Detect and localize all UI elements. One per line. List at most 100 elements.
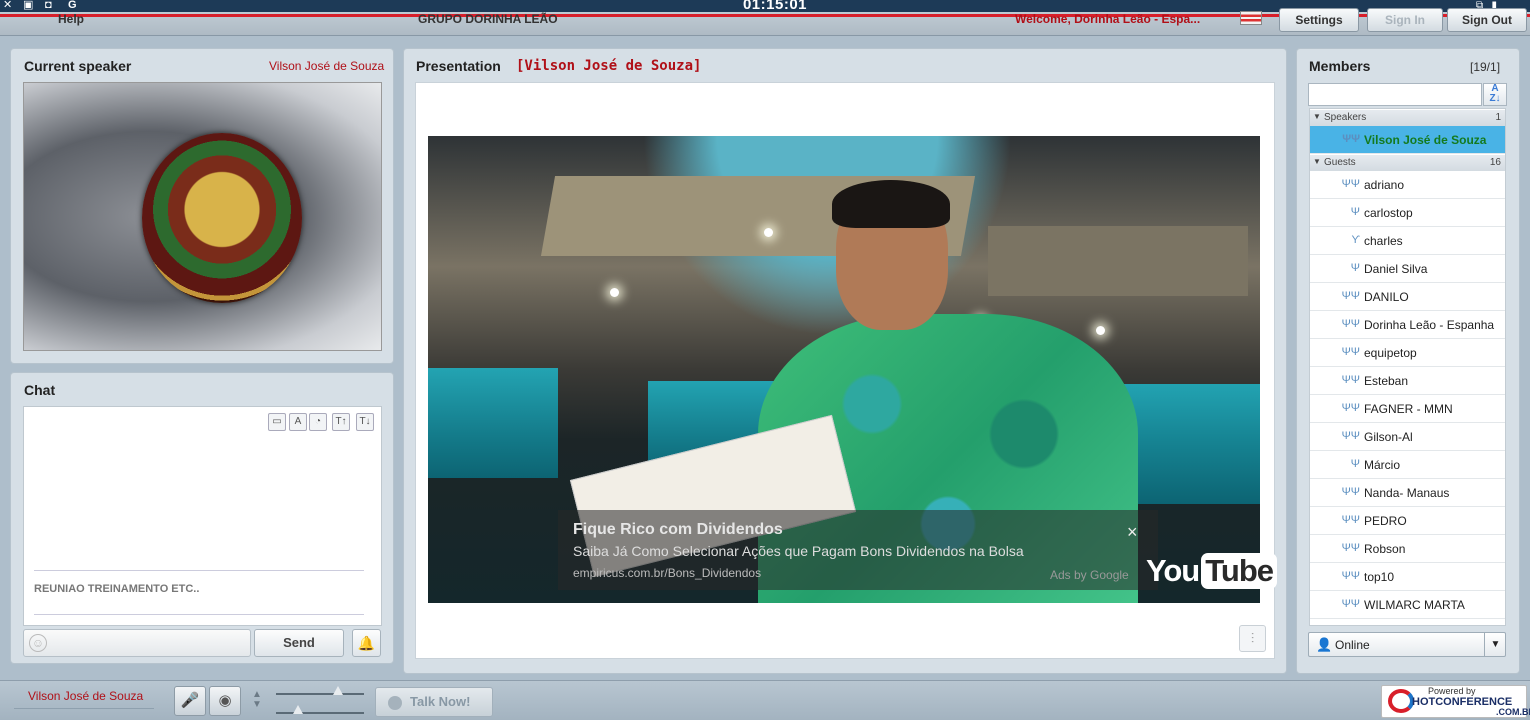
brand-domain: .COM.BR [1496, 707, 1530, 717]
member-name: DANILO [1364, 290, 1409, 304]
right-collapse-handle[interactable] [1288, 296, 1294, 352]
presentation-speaker: [Vilson José de Souza] [516, 58, 702, 74]
collapse-triangle-icon[interactable]: ▼ [1313, 112, 1321, 121]
current-speaker-title: Current speaker [24, 58, 132, 74]
left-collapse-handle[interactable] [396, 296, 402, 352]
mic-cam-icon: ΨΨ [1341, 402, 1360, 414]
text-color-icon[interactable]: A [289, 413, 307, 431]
microphone-button[interactable]: 🎤 [174, 686, 206, 716]
member-row[interactable]: ΨΨ Gilson-Al [1310, 423, 1505, 451]
mic-cam-icon: ΨΨ [1341, 290, 1360, 302]
ad-close-icon[interactable]: × [1127, 522, 1138, 543]
group-count: 16 [1489, 157, 1501, 168]
current-speaker-name: Vilson José de Souza [269, 59, 385, 73]
mic-volume-thumb[interactable] [332, 686, 343, 695]
chat-message: REUNIAO TREINAMENTO ETC.. [34, 583, 200, 595]
mic-cam-icon: ΨΨ [1341, 486, 1360, 498]
chat-divider [34, 614, 364, 615]
bell-icon[interactable]: 🔔 [352, 629, 381, 657]
window-icon[interactable]: ▣ [23, 0, 33, 11]
sign-out-button[interactable]: Sign Out [1447, 8, 1527, 32]
brand-powered-by: Powered by [1428, 686, 1476, 696]
member-search-input[interactable] [1308, 83, 1482, 106]
member-row[interactable]: ΨΨ FAGNER - MMN [1310, 395, 1505, 423]
image-icon[interactable]: ▭ [268, 413, 286, 431]
mic-cam-icon: ΨΨ [1341, 346, 1360, 358]
talk-now-button[interactable]: Talk Now! [375, 687, 493, 717]
talk-now-label: Talk Now! [410, 694, 471, 709]
g-icon[interactable]: G [68, 0, 77, 11]
member-row[interactable]: ΨΨ equipetop [1310, 339, 1505, 367]
member-row[interactable]: ΨΨ PEDRO [1310, 507, 1505, 535]
group-header-guests[interactable]: ▼ Guests 16 [1310, 155, 1505, 171]
member-row[interactable]: Ψcarlostop [1310, 199, 1505, 227]
talk-icon [388, 695, 402, 710]
member-row[interactable]: Ψ Márcio [1310, 451, 1505, 479]
member-row[interactable]: ΨΨ WILMARC MARTA [1310, 591, 1505, 619]
youtube-logo[interactable]: You Tube [1146, 553, 1277, 589]
member-row[interactable]: ΨΨ Robson [1310, 535, 1505, 563]
webcam-button[interactable]: ◉ [209, 686, 241, 716]
group-count: 1 [1495, 112, 1501, 123]
ad-description[interactable]: Saiba Já Como Selecionar Ações que Pagam… [573, 543, 1024, 559]
my-user-name: Vilson José de Souza [28, 689, 144, 703]
language-flag-icon[interactable] [1240, 11, 1262, 25]
mic-cam-icon: Ψ [1350, 262, 1360, 274]
member-row[interactable]: ΨΨ Nanda- Manaus [1310, 479, 1505, 507]
welcome-text: Welcome, Dorinha Leão - Espa... [1015, 12, 1201, 26]
settings-button[interactable]: Settings [1279, 8, 1359, 32]
volume-arrows-icon[interactable]: ▲ ▼ [252, 690, 262, 710]
font-decrease-icon[interactable]: T↓ [356, 413, 374, 431]
youtube-logo-you: You [1146, 553, 1200, 588]
mic-cam-icon: ΨΨ [1341, 430, 1360, 442]
mic-cam-icon: ΨΨ [1342, 133, 1360, 145]
member-row[interactable]: Ψ Daniel Silva [1310, 255, 1505, 283]
group-name: Guests [1324, 157, 1356, 168]
member-name: charles [1364, 234, 1403, 248]
mic-cam-icon: Ψ [1350, 458, 1360, 470]
member-name: Esteban [1364, 374, 1409, 388]
chat-input[interactable] [23, 629, 251, 657]
mixer-settings-icon[interactable]: ⫶ [1239, 625, 1266, 652]
group-header-speakers[interactable]: ▼ Speakers 1 [1310, 110, 1505, 126]
mic-volume-slider[interactable] [276, 693, 364, 695]
aquarium-wall [1118, 384, 1260, 504]
member-name: carlostop [1364, 206, 1413, 220]
help-link[interactable]: Help [58, 12, 84, 26]
member-name: WILMARC MARTA [1364, 598, 1465, 612]
group-name: Speakers [1324, 112, 1367, 123]
member-name: top10 [1364, 570, 1395, 584]
member-name: Dorinha Leão - Espanha [1364, 318, 1495, 332]
chat-divider [34, 570, 364, 571]
ads-by-google-label: Ads by Google [1050, 568, 1129, 582]
mic-cam-icon: ϒ [1351, 234, 1361, 246]
close-icon[interactable]: ✕ [3, 0, 12, 11]
member-row[interactable]: ΨΨ Esteban [1310, 367, 1505, 395]
emoji-icon[interactable]: ☺ [29, 634, 47, 652]
session-clock: 01:15:01 [742, 0, 808, 13]
ad-url[interactable]: empiricus.com.br/Bons_Dividendos [573, 566, 761, 580]
send-button[interactable]: Send [254, 629, 344, 657]
member-row[interactable]: ΨΨ Dorinha Leão - Espanha [1310, 311, 1505, 339]
youtube-logo-tube: Tube [1201, 553, 1277, 589]
chevron-down-icon[interactable]: ▼ [1484, 632, 1506, 657]
ceiling-light [764, 228, 773, 237]
divider [14, 708, 154, 709]
ad-title[interactable]: Fique Rico com Dividendos [573, 521, 783, 539]
collapse-triangle-icon[interactable]: ▼ [1313, 157, 1321, 166]
member-row[interactable]: ΨΨ Vilson José de Souza [1310, 126, 1505, 154]
sort-az-icon[interactable]: A Z↓ [1483, 83, 1507, 106]
speaker-volume-slider[interactable] [276, 712, 364, 714]
ceiling-light [610, 288, 619, 297]
member-row[interactable]: ϒcharles [1310, 227, 1505, 255]
speaker-volume-thumb[interactable] [293, 705, 303, 714]
sign-in-button[interactable]: Sign In [1367, 8, 1443, 32]
member-name: Nanda- Manaus [1364, 486, 1450, 500]
ceiling-light [1096, 326, 1105, 335]
member-row[interactable]: ΨΨ top10 [1310, 563, 1505, 591]
font-increase-icon[interactable]: T↑ [332, 413, 350, 431]
member-row[interactable]: ΨΨ DANILO [1310, 283, 1505, 311]
clock-icon[interactable]: ◔ [309, 413, 327, 431]
lock-icon[interactable]: ◘ [45, 0, 52, 11]
member-row[interactable]: ΨΨ adriano [1310, 171, 1505, 199]
